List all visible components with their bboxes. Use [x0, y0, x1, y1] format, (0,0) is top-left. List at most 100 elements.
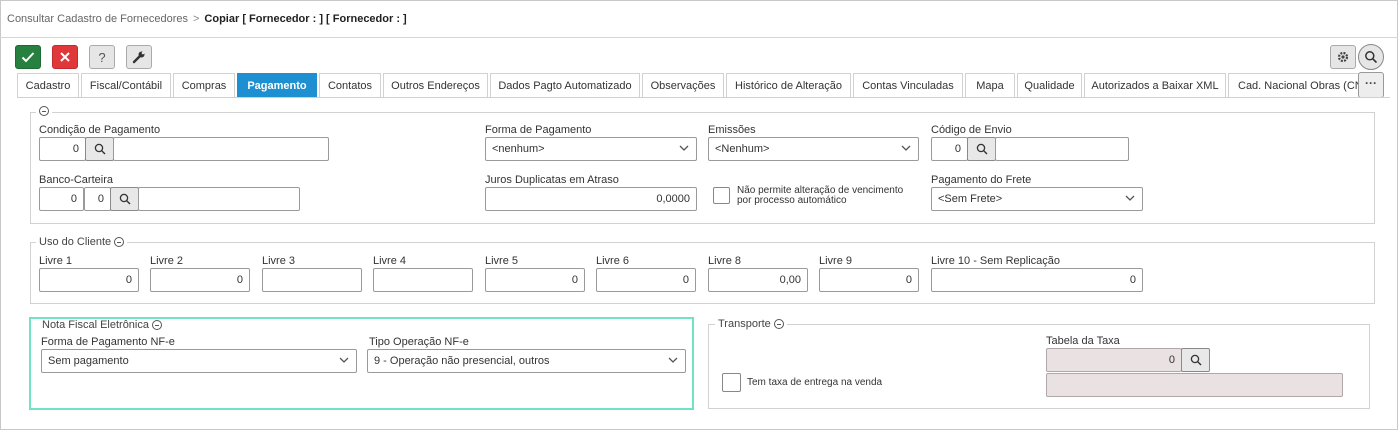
livre-5-input[interactable]: 0 [485, 268, 585, 292]
transporte-title: Transporte [718, 318, 771, 330]
collapse-icon[interactable] [114, 237, 125, 247]
codigo-envio-label: Código de Envio [931, 124, 1012, 136]
close-icon [60, 52, 70, 62]
livre-4-label: Livre 4 [373, 255, 407, 267]
livre-4-input[interactable] [373, 268, 473, 292]
tabela-taxa-code-input[interactable]: 0 [1046, 348, 1182, 372]
search-icon [1190, 354, 1201, 366]
livre-3-input[interactable] [262, 268, 362, 292]
livre-8-input[interactable]: 0,00 [708, 268, 808, 292]
codigo-envio-description-input[interactable] [995, 137, 1129, 161]
pagamento-group-legend [36, 106, 52, 116]
livre-9-label: Livre 9 [819, 255, 853, 267]
forma-pagamento-nfe-select[interactable]: Sem pagamento [41, 349, 357, 373]
nfe-title: Nota Fiscal Eletrônica [42, 319, 149, 331]
livre-2-input[interactable]: 0 [150, 268, 250, 292]
banco-carteira-search-button[interactable] [110, 187, 139, 211]
tab-contatos[interactable]: Contatos [319, 73, 381, 98]
tipo-operacao-nfe-select[interactable]: 9 - Operação não presencial, outros [367, 349, 686, 373]
livre-9-input[interactable]: 0 [819, 268, 919, 292]
juros-label: Juros Duplicatas em Atraso [485, 174, 619, 186]
livre-3-label: Livre 3 [262, 255, 296, 267]
banco-carteira-description-input[interactable] [138, 187, 300, 211]
livre-10-input[interactable]: 0 [931, 268, 1143, 292]
chevron-down-icon [1125, 195, 1135, 201]
condicao-pagamento-search-button[interactable] [85, 137, 114, 161]
search-icon [976, 143, 987, 155]
condicao-pagamento-label: Condição de Pagamento [39, 124, 161, 136]
forma-pagamento-select[interactable]: <nenhum> [485, 137, 697, 161]
taxa-entrega-label: Tem taxa de entrega na venda [747, 377, 883, 388]
nao-permite-label: Não permite alteração de vencimento por … [737, 185, 904, 206]
livre-8-label: Livre 8 [708, 255, 742, 267]
condicao-pagamento-code-input[interactable]: 0 [39, 137, 86, 161]
chevron-down-icon [901, 145, 911, 151]
global-search-button[interactable] [1358, 44, 1384, 70]
transporte-legend: Transporte [715, 318, 787, 330]
tab-contas-vinculadas[interactable]: Contas Vinculadas [853, 73, 963, 98]
cancel-button[interactable] [52, 45, 78, 69]
tab-qualidade[interactable]: Qualidade [1017, 73, 1082, 98]
tab-historico-alteracao[interactable]: Histórico de Alteração [726, 73, 851, 98]
tab-cad-nacional-obras[interactable]: Cad. Nacional Obras (CNO) [1228, 73, 1375, 98]
tab-compras[interactable]: Compras [173, 73, 235, 98]
emissoes-select[interactable]: <Nenhum> [708, 137, 919, 161]
nao-permite-checkbox[interactable] [713, 187, 730, 204]
more-tabs-button[interactable]: ··· [1358, 72, 1384, 98]
codigo-envio-code-input[interactable]: 0 [931, 137, 968, 161]
banco-input[interactable]: 0 [39, 187, 84, 211]
taxa-entrega-checkbox[interactable] [722, 373, 741, 392]
juros-input[interactable]: 0,0000 [485, 187, 697, 211]
tab-fiscal-contabil[interactable]: Fiscal/Contábil [81, 73, 171, 98]
tab-mapa[interactable]: Mapa [965, 73, 1015, 98]
banco-carteira-label: Banco-Carteira [39, 174, 113, 186]
tab-cadastro[interactable]: Cadastro [17, 73, 79, 98]
uso-cliente-legend: Uso do Cliente [36, 236, 128, 248]
help-button[interactable]: ? [89, 45, 115, 69]
pagamento-frete-label: Pagamento do Frete [931, 174, 1032, 186]
breadcrumb-divider [0, 37, 1398, 38]
tabela-taxa-search-button[interactable] [1181, 348, 1210, 372]
collapse-icon[interactable] [152, 320, 162, 330]
settings-button[interactable] [1330, 45, 1356, 69]
livre-1-label: Livre 1 [39, 255, 73, 267]
emissoes-label: Emissões [708, 124, 756, 136]
tools-button[interactable] [126, 45, 152, 69]
tab-dados-pagto-automatizado[interactable]: Dados Pagto Automatizado [490, 73, 640, 98]
tab-observacoes[interactable]: Observações [642, 73, 724, 98]
collapse-icon[interactable] [773, 319, 784, 329]
chevron-down-icon [668, 357, 678, 363]
uso-cliente-title: Uso do Cliente [39, 236, 112, 248]
pagamento-frete-select[interactable]: <Sem Frete> [931, 187, 1143, 211]
forma-pagamento-nfe-label: Forma de Pagamento NF-e [41, 336, 175, 348]
search-icon [94, 143, 105, 155]
breadcrumb: Consultar Cadastro de Fornecedores > Copia… [7, 13, 407, 25]
tab-divider [17, 97, 1390, 98]
gear-icon [1337, 51, 1349, 63]
tab-outros-enderecos[interactable]: Outros Endereços [383, 73, 488, 98]
condicao-pagamento-description-input[interactable] [113, 137, 329, 161]
tab-pagamento[interactable]: Pagamento [237, 73, 317, 98]
tab-autorizados-baixar-xml[interactable]: Autorizados a Baixar XML [1084, 73, 1226, 98]
breadcrumb-separator: > [192, 13, 200, 25]
forma-pagamento-label: Forma de Pagamento [485, 124, 592, 136]
wrench-icon [132, 51, 145, 64]
help-icon: ? [98, 49, 106, 65]
livre-2-label: Livre 2 [150, 255, 184, 267]
confirm-button[interactable] [15, 45, 41, 69]
tipo-operacao-nfe-label: Tipo Operação NF-e [369, 336, 469, 348]
collapse-icon[interactable] [39, 106, 49, 116]
forma-pagamento-value: <nenhum> [492, 143, 545, 155]
breadcrumb-parent[interactable]: Consultar Cadastro de Fornecedores [7, 13, 188, 25]
check-icon [21, 52, 35, 63]
tipo-operacao-nfe-value: 9 - Operação não presencial, outros [374, 355, 550, 367]
nfe-legend: Nota Fiscal Eletrônica [39, 319, 165, 331]
carteira-input[interactable]: 0 [84, 187, 111, 211]
search-icon [119, 193, 130, 205]
livre-6-input[interactable]: 0 [596, 268, 696, 292]
search-icon [1365, 51, 1378, 64]
livre-1-input[interactable]: 0 [39, 268, 139, 292]
codigo-envio-search-button[interactable] [967, 137, 996, 161]
livre-5-label: Livre 5 [485, 255, 519, 267]
tabela-taxa-description-input[interactable] [1046, 373, 1343, 397]
